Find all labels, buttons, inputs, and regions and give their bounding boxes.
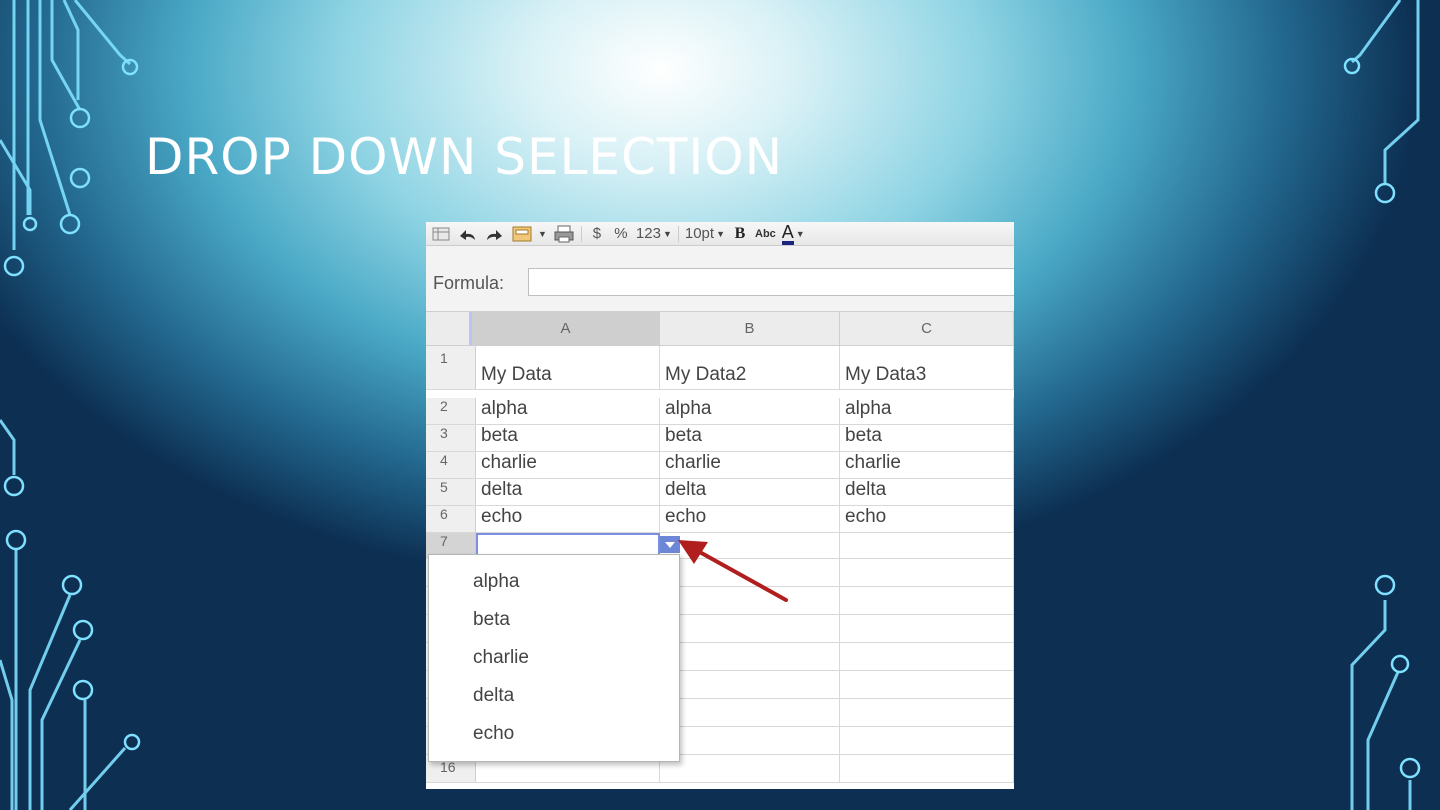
cell-c5[interactable]: delta [840,479,1014,505]
number-format-label: 123 [635,225,661,242]
cell-a4[interactable]: charlie [476,452,660,478]
chevron-down-icon: ▼ [662,228,672,239]
cell-b1[interactable]: My Data2 [660,346,840,389]
cell-a2[interactable]: alpha [476,398,660,424]
chevron-down-icon: ▼ [795,228,805,239]
row-header[interactable]: 4 [426,452,476,478]
row-header[interactable]: 3 [426,425,476,451]
formula-input[interactable] [528,268,1014,296]
cell-b6[interactable]: echo [660,506,840,532]
bold-button[interactable]: B [731,224,749,244]
dropdown-option-echo[interactable]: echo [473,723,514,745]
formula-label: Formula: [433,273,505,293]
text-color-button[interactable]: A ▼ [781,223,805,245]
cell-a1[interactable]: My Data [476,346,660,389]
toolbar-divider [677,225,679,242]
redo-icon[interactable] [484,224,506,244]
toolbar-divider [580,225,582,242]
format-painter-icon[interactable]: ▼ [512,224,547,244]
font-size-select[interactable]: 10pt ▼ [685,224,725,244]
cell[interactable] [660,615,840,642]
print-icon[interactable] [553,224,575,244]
table-row: 2 alpha alpha alpha [426,398,1014,425]
currency-format-button[interactable]: $ [588,224,606,244]
percent-format-button[interactable]: % [612,224,630,244]
cell[interactable] [660,699,840,726]
cell-b4[interactable]: charlie [660,452,840,478]
cell[interactable] [840,755,1014,782]
select-all-corner[interactable] [426,312,472,346]
cell[interactable] [840,727,1014,754]
dropdown-option-beta[interactable]: beta [473,609,510,631]
slide-title: DROP DOWN SELECTION [145,128,783,186]
column-header-c[interactable]: C [840,312,1014,346]
validation-dropdown-list: alpha beta charlie delta echo [428,554,680,762]
cell-a6[interactable]: echo [476,506,660,532]
table-row: 3 beta beta beta [426,425,1014,452]
cell[interactable] [840,699,1014,726]
cell[interactable] [840,587,1014,614]
annotation-arrow-icon [678,540,788,602]
cell-c3[interactable]: beta [840,425,1014,451]
cell[interactable] [660,671,840,698]
number-format-button[interactable]: 123 ▼ [636,224,672,244]
column-header-a[interactable]: A [472,312,660,346]
dropdown-option-alpha[interactable]: alpha [473,571,520,593]
column-header-b[interactable]: B [660,312,840,346]
row-header[interactable]: 5 [426,479,476,505]
row-header[interactable]: 6 [426,506,476,532]
cell[interactable] [840,559,1014,586]
cell[interactable] [840,615,1014,642]
undo-icon[interactable] [456,224,478,244]
cell-c4[interactable]: charlie [840,452,1014,478]
dropdown-option-delta[interactable]: delta [473,685,514,707]
table-row: 1 My Data My Data2 My Data3 [426,346,1014,390]
cell-b3[interactable]: beta [660,425,840,451]
cell-b2[interactable]: alpha [660,398,840,424]
chevron-down-icon: ▼ [538,228,547,239]
cell-c6[interactable]: echo [840,506,1014,532]
cell[interactable] [660,755,840,782]
cell[interactable] [660,643,840,670]
chevron-down-icon: ▼ [716,228,725,239]
cell-c2[interactable]: alpha [840,398,1014,424]
row-header[interactable]: 2 [426,398,476,424]
toolbar: ▼ $ % 123 ▼ 10pt ▼ B Abc A ▼ [426,222,1014,246]
cell-a3[interactable]: beta [476,425,660,451]
row-header[interactable]: 1 [426,346,476,389]
cell-a5[interactable]: delta [476,479,660,505]
table-row: 4 charlie charlie charlie [426,452,1014,479]
cell[interactable] [840,671,1014,698]
formula-bar: Formula: [426,246,1014,312]
sheet-icon[interactable] [432,224,450,244]
dropdown-option-charlie[interactable]: charlie [473,647,529,669]
cell-c7[interactable] [840,533,1014,558]
cell-c1[interactable]: My Data3 [840,346,1014,389]
strikethrough-button[interactable]: Abc [755,224,776,244]
cell[interactable] [840,643,1014,670]
text-color-label: A [781,223,794,245]
table-row: 6 echo echo echo [426,506,1014,533]
spreadsheet-screenshot: ▼ $ % 123 ▼ 10pt ▼ B Abc A ▼ Formula: A … [426,222,1014,789]
cell[interactable] [660,727,840,754]
table-row: 5 delta delta delta [426,479,1014,506]
cell-b5[interactable]: delta [660,479,840,505]
font-size-label: 10pt [684,225,715,242]
